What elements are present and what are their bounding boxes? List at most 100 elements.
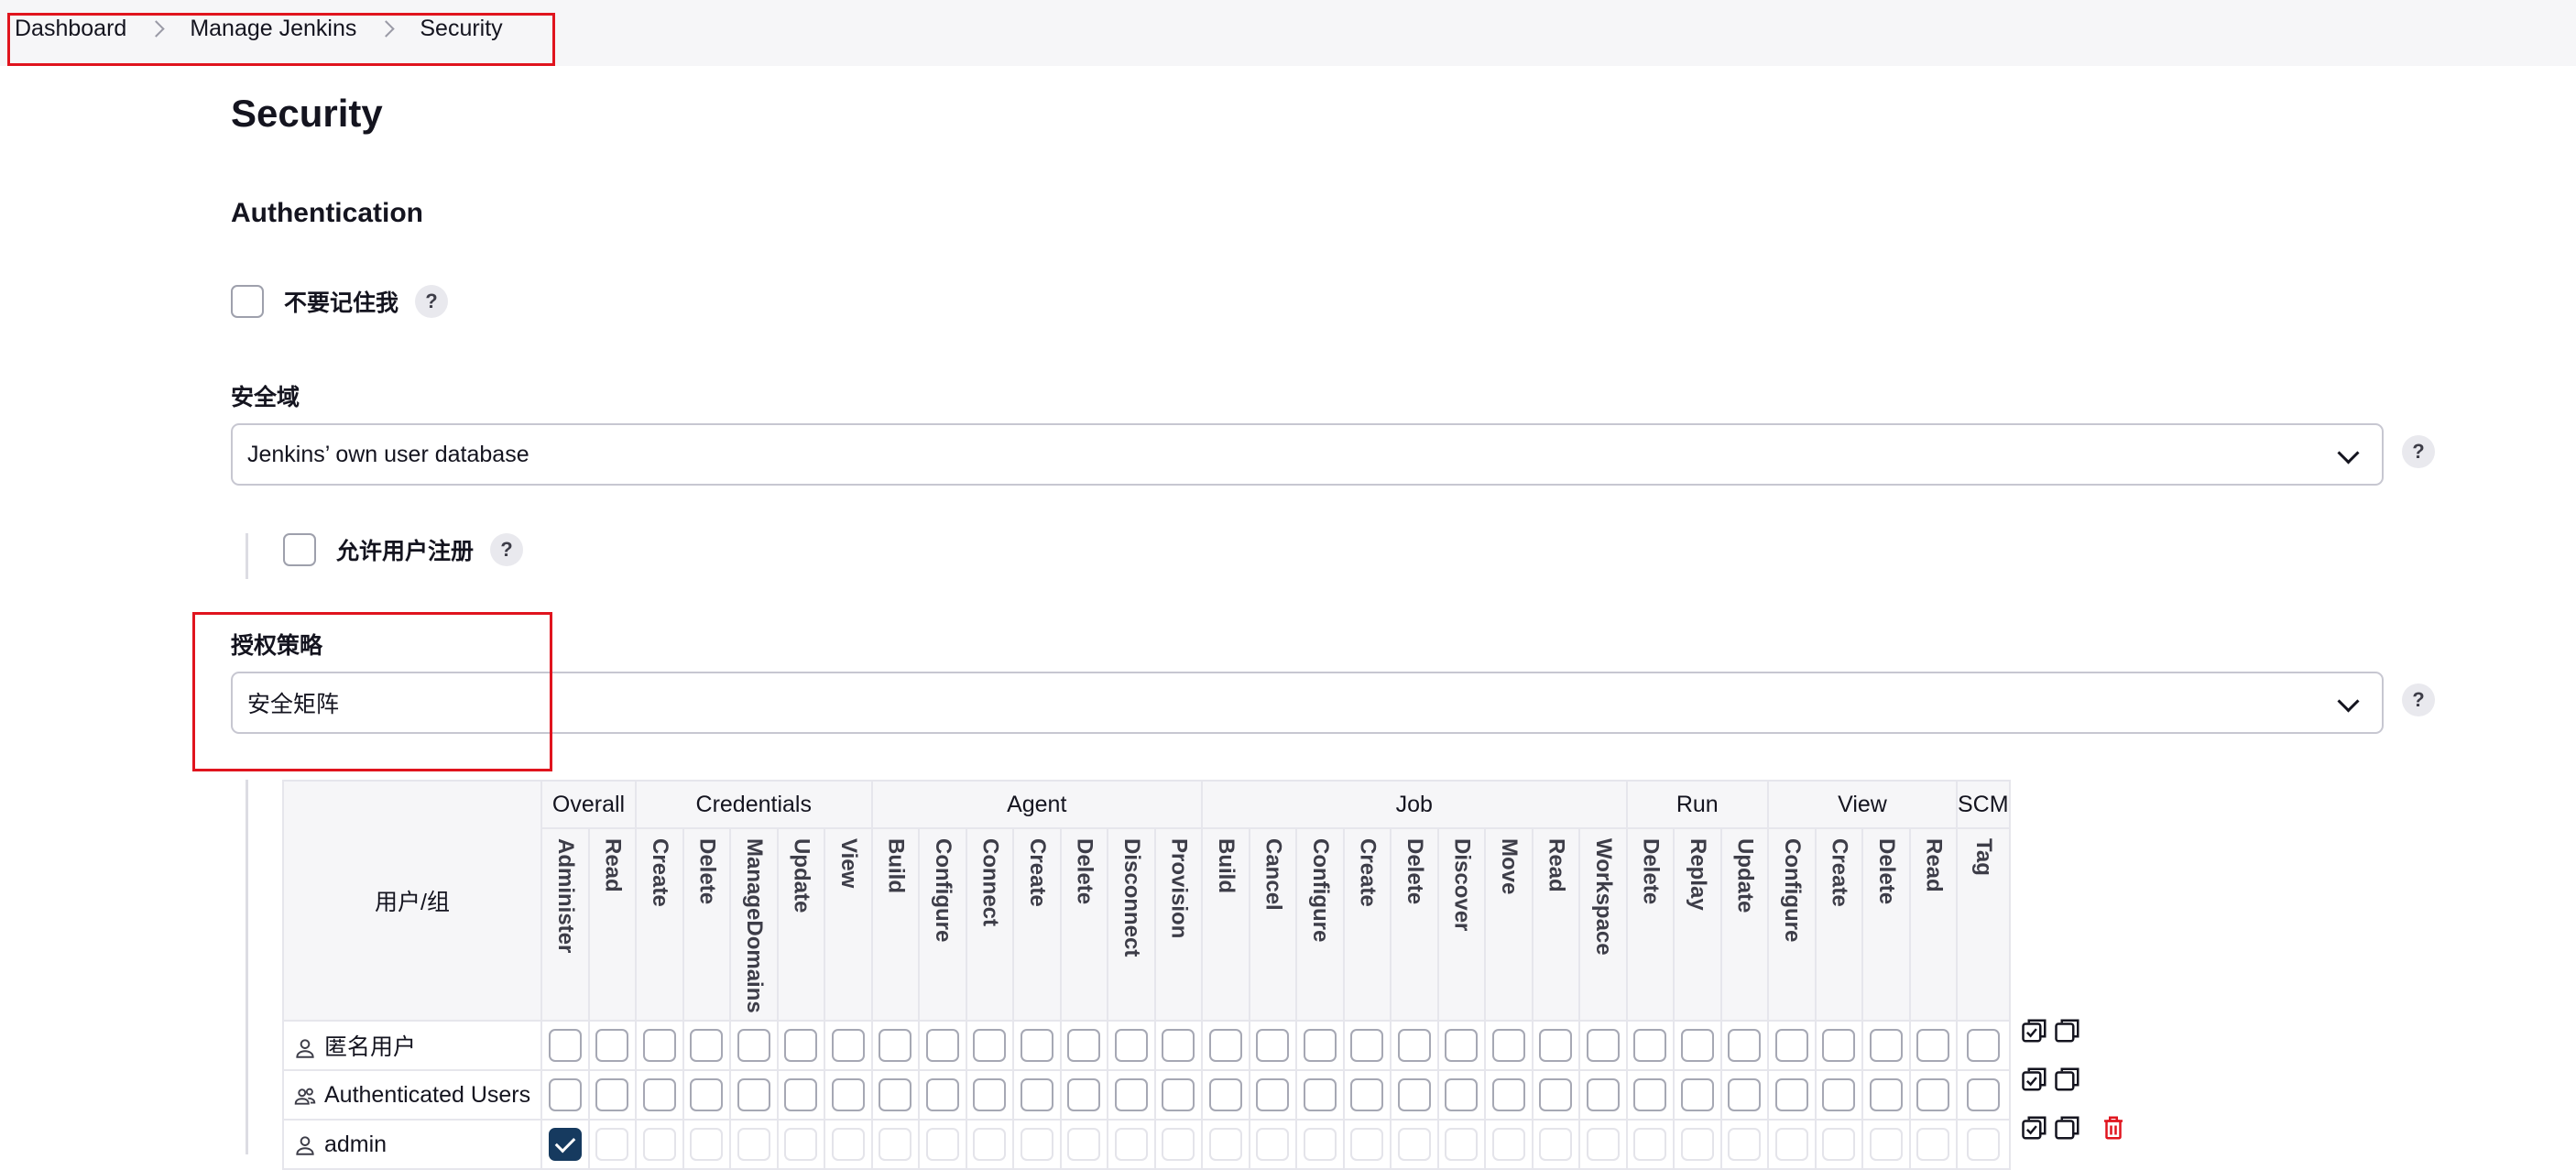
permission-checkbox[interactable] [1633,1078,1667,1111]
help-icon[interactable]: ? [415,285,449,318]
permission-checkbox[interactable] [1539,1029,1573,1062]
permission-checkbox[interactable] [1114,1128,1148,1161]
permission-checkbox[interactable] [784,1078,818,1111]
permission-checkbox[interactable] [595,1029,629,1062]
permission-checkbox[interactable] [1539,1078,1573,1111]
security-realm-select[interactable]: Jenkins’ own user database [231,423,2384,486]
unselect-all-icon[interactable] [2054,1066,2081,1093]
permission-checkbox[interactable] [1822,1029,1856,1062]
permission-checkbox[interactable] [548,1128,582,1161]
permission-checkbox[interactable] [973,1029,1007,1062]
remember-me-checkbox[interactable] [231,285,264,318]
permission-checkbox[interactable] [831,1078,865,1111]
help-icon[interactable]: ? [490,533,524,566]
permission-checkbox[interactable] [1067,1029,1101,1062]
permission-checkbox[interactable] [1491,1078,1525,1111]
permission-checkbox[interactable] [642,1029,676,1062]
permission-checkbox[interactable] [1020,1078,1053,1111]
permission-checkbox[interactable] [1586,1029,1620,1062]
permission-checkbox[interactable] [1256,1029,1290,1062]
permission-checkbox[interactable] [1162,1029,1195,1062]
permission-checkbox[interactable] [1586,1078,1620,1111]
permission-checkbox[interactable] [879,1029,912,1062]
permission-checkbox[interactable] [1728,1128,1762,1161]
permission-checkbox[interactable] [1303,1078,1337,1111]
allow-signup-label[interactable]: 允许用户注册 [336,533,474,566]
permission-checkbox[interactable] [1397,1128,1431,1161]
permission-checkbox[interactable] [1256,1128,1290,1161]
permission-checkbox[interactable] [1491,1029,1525,1062]
permission-checkbox[interactable] [1916,1029,1950,1062]
permission-checkbox[interactable] [548,1078,582,1111]
permission-checkbox[interactable] [690,1078,724,1111]
permission-checkbox[interactable] [1633,1029,1667,1062]
permission-checkbox[interactable] [1869,1029,1903,1062]
permission-checkbox[interactable] [1350,1078,1384,1111]
permission-checkbox[interactable] [1303,1029,1337,1062]
permission-checkbox[interactable] [1350,1029,1384,1062]
permission-checkbox[interactable] [690,1128,724,1161]
permission-checkbox[interactable] [1208,1078,1242,1111]
permission-checkbox[interactable] [1445,1078,1479,1111]
permission-checkbox[interactable] [1966,1029,2000,1062]
permission-checkbox[interactable] [1966,1078,2000,1111]
help-icon[interactable]: ? [2402,435,2435,468]
permission-checkbox[interactable] [1680,1078,1714,1111]
permission-checkbox[interactable] [595,1078,629,1111]
unselect-all-icon[interactable] [2054,1017,2081,1044]
permission-checkbox[interactable] [1020,1029,1053,1062]
permission-checkbox[interactable] [1208,1029,1242,1062]
permission-checkbox[interactable] [1350,1128,1384,1161]
authorization-select[interactable]: 安全矩阵 [231,672,2384,734]
permission-checkbox[interactable] [1114,1029,1148,1062]
permission-checkbox[interactable] [1916,1078,1950,1111]
permission-checkbox[interactable] [1680,1029,1714,1062]
permission-checkbox[interactable] [737,1128,770,1161]
permission-checkbox[interactable] [831,1029,865,1062]
select-all-icon[interactable] [2021,1017,2048,1044]
unselect-all-icon[interactable] [2054,1114,2081,1142]
permission-checkbox[interactable] [1774,1029,1808,1062]
permission-checkbox[interactable] [690,1029,724,1062]
permission-checkbox[interactable] [1966,1128,2000,1161]
permission-checkbox[interactable] [548,1029,582,1062]
permission-checkbox[interactable] [1774,1078,1808,1111]
permission-checkbox[interactable] [1586,1128,1620,1161]
permission-checkbox[interactable] [1020,1128,1053,1161]
permission-checkbox[interactable] [1067,1078,1101,1111]
permission-checkbox[interactable] [879,1128,912,1161]
permission-checkbox[interactable] [1397,1078,1431,1111]
remember-me-label[interactable]: 不要记住我 [284,285,398,318]
permission-checkbox[interactable] [973,1078,1007,1111]
permission-checkbox[interactable] [1822,1078,1856,1111]
permission-checkbox[interactable] [925,1029,959,1062]
permission-checkbox[interactable] [1869,1128,1903,1161]
permission-checkbox[interactable] [1916,1128,1950,1161]
permission-checkbox[interactable] [1208,1128,1242,1161]
permission-checkbox[interactable] [784,1128,818,1161]
permission-checkbox[interactable] [1633,1128,1667,1161]
select-all-icon[interactable] [2021,1114,2048,1142]
permission-checkbox[interactable] [1303,1128,1337,1161]
permission-checkbox[interactable] [1774,1128,1808,1161]
permission-checkbox[interactable] [925,1078,959,1111]
permission-checkbox[interactable] [737,1029,770,1062]
permission-checkbox[interactable] [1445,1029,1479,1062]
permission-checkbox[interactable] [1822,1128,1856,1161]
select-all-icon[interactable] [2021,1066,2048,1093]
allow-signup-checkbox[interactable] [283,533,316,566]
permission-checkbox[interactable] [1680,1128,1714,1161]
permission-checkbox[interactable] [1539,1128,1573,1161]
permission-checkbox[interactable] [973,1128,1007,1161]
permission-checkbox[interactable] [642,1128,676,1161]
permission-checkbox[interactable] [784,1029,818,1062]
help-icon[interactable]: ? [2402,683,2435,716]
permission-checkbox[interactable] [925,1128,959,1161]
permission-checkbox[interactable] [1728,1029,1762,1062]
permission-checkbox[interactable] [1162,1078,1195,1111]
permission-checkbox[interactable] [1162,1128,1195,1161]
permission-checkbox[interactable] [1869,1078,1903,1111]
permission-checkbox[interactable] [1256,1078,1290,1111]
permission-checkbox[interactable] [642,1078,676,1111]
permission-checkbox[interactable] [1397,1029,1431,1062]
